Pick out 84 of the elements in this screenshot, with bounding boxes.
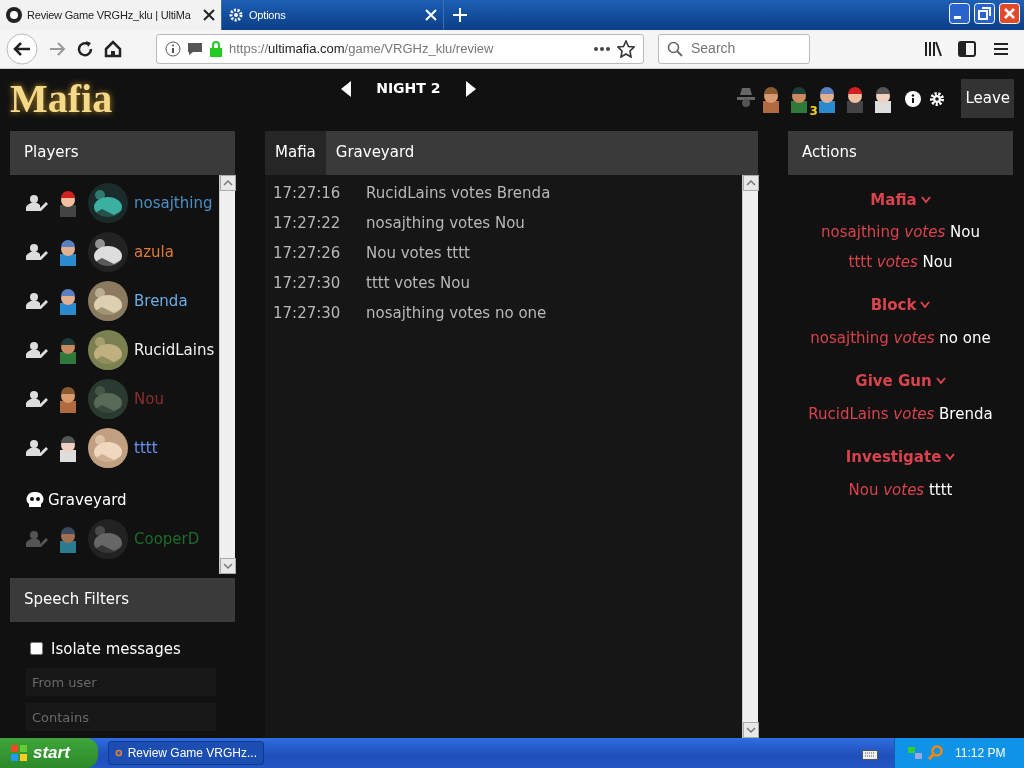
message-time: 17:27:16: [273, 183, 342, 205]
action-title[interactable]: Mafia: [870, 188, 917, 211]
new-tab-icon[interactable]: [452, 6, 468, 23]
message-text: nosajthing votes no one: [366, 303, 547, 325]
vote-text: Nou votes tttt: [847, 479, 954, 501]
bookmark-star-icon[interactable]: [617, 39, 635, 58]
message-time: 17:27:22: [273, 213, 342, 235]
leave-button[interactable]: Leave: [961, 79, 1014, 118]
browser-tab[interactable]: Review Game VRGHz_klu | UltiMa: [0, 0, 222, 30]
chat-tab[interactable]: Mafia: [265, 130, 326, 175]
edit-user-icon[interactable]: [26, 194, 48, 212]
chat-tab[interactable]: Graveyard: [325, 130, 425, 175]
close-icon[interactable]: [203, 9, 215, 21]
vote-text: tttt votes Nou: [847, 251, 954, 273]
chevron-down-icon[interactable]: [920, 195, 931, 204]
message-text: RucidLains votes Brenda: [366, 183, 551, 205]
scroll-down-button[interactable]: [220, 557, 236, 574]
settings-icon: [228, 7, 244, 23]
library-icon[interactable]: [924, 39, 942, 58]
scroll-up-button[interactable]: [743, 174, 759, 191]
chevron-down-icon[interactable]: [920, 301, 931, 310]
scroll-up-button[interactable]: [220, 174, 236, 191]
panel-header: Speech Filters: [10, 577, 235, 622]
action-title[interactable]: Investigate: [845, 446, 942, 469]
next-arrow-icon[interactable]: [464, 80, 477, 97]
search-box[interactable]: Search: [658, 33, 810, 64]
chevron-down-icon[interactable]: [935, 377, 946, 386]
edit-user-icon[interactable]: [26, 439, 48, 457]
chat-icon: [187, 40, 203, 57]
site-logo-icon: [6, 7, 22, 23]
filter-field[interactable]: From user: [26, 668, 216, 696]
action-title[interactable]: Block: [870, 294, 917, 317]
skull-icon: [26, 490, 44, 509]
checkbox-label: Isolate messages: [51, 638, 181, 660]
panel-header: Actions: [788, 130, 1013, 175]
phase-title: NIGHT 2: [376, 79, 441, 98]
logo[interactable]: Mafia: [10, 68, 113, 129]
player-name[interactable]: RucidLains: [134, 338, 215, 362]
count-label: 3: [809, 104, 818, 117]
panel-header: Players: [10, 130, 235, 175]
back-icon[interactable]: [6, 32, 38, 65]
message-time: 17:27:30: [273, 303, 342, 325]
taskbar-button[interactable]: Review Game VRGHz...: [108, 741, 264, 765]
message-text: nosajthing votes Nou: [366, 213, 525, 235]
vote-text: nosajthing votes Nou: [820, 222, 981, 243]
sidebar-icon[interactable]: [958, 39, 976, 58]
url-text: https://ultimafia.com/game/VRGHz_klu/review: [229, 40, 495, 58]
previous-arrow-icon[interactable]: [340, 80, 353, 97]
action-title[interactable]: Give Gun: [855, 370, 932, 393]
forward-icon[interactable]: [48, 39, 66, 58]
player-name[interactable]: azula: [134, 240, 174, 264]
minimize-icon[interactable]: [949, 3, 970, 24]
info-icon: [165, 40, 181, 57]
vote-text: nosajthing votes no one: [809, 327, 992, 349]
restore-icon[interactable]: [974, 3, 995, 24]
keyboard-icon[interactable]: [862, 747, 878, 760]
search-icon: [667, 40, 683, 57]
message-text: tttt votes Nou: [366, 273, 470, 295]
more-icon[interactable]: [593, 45, 611, 52]
filter-field[interactable]: Contains: [26, 703, 216, 731]
address-bar[interactable]: https://ultimafia.com/game/VRGHz_klu/review: [156, 33, 644, 64]
start-button[interactable]: start: [0, 738, 98, 768]
reload-icon[interactable]: [76, 39, 94, 58]
windows-flag-icon: [10, 744, 28, 762]
vote-text: RucidLains votes Brenda: [807, 403, 994, 425]
message-time: 17:27:30: [273, 273, 342, 295]
settings-icon[interactable]: [929, 90, 946, 107]
edit-user-icon[interactable]: [26, 341, 48, 359]
isolate-checkbox[interactable]: [30, 642, 43, 656]
edit-user-icon[interactable]: [26, 390, 48, 408]
section-title: Graveyard: [48, 489, 127, 511]
home-icon[interactable]: [104, 39, 122, 58]
message-time: 17:27:26: [273, 243, 342, 265]
message-text: Nou votes tttt: [366, 243, 470, 265]
chevron-down-icon[interactable]: [945, 453, 956, 462]
lock-icon: [209, 40, 223, 57]
player-name[interactable]: nosajthing: [134, 191, 213, 215]
edit-user-icon[interactable]: [26, 292, 48, 310]
info-icon[interactable]: [905, 90, 922, 107]
edit-user-icon[interactable]: [26, 243, 48, 261]
player-name[interactable]: Brenda: [134, 289, 188, 313]
scroll-down-button[interactable]: [743, 722, 759, 738]
clock: 11:12 PM: [955, 745, 1006, 762]
player-name[interactable]: tttt: [134, 436, 158, 460]
